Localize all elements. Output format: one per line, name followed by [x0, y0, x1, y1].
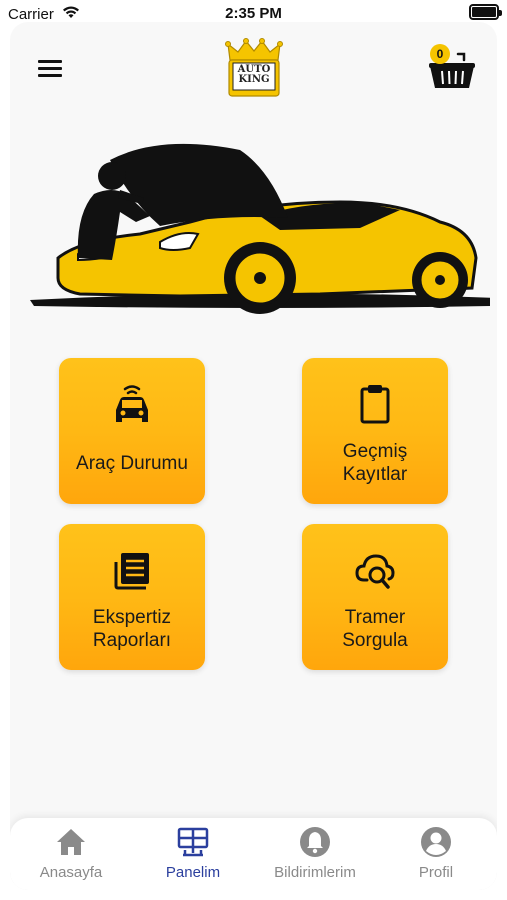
tab-panelim[interactable]: Panelim: [133, 818, 253, 890]
user-icon: [421, 827, 451, 857]
tab-anasayfa[interactable]: Anasayfa: [11, 818, 131, 890]
gecmis-label-line2: Kayıtlar: [342, 464, 408, 485]
hamburger-menu-icon[interactable]: [38, 60, 62, 78]
app-screen: AUTO KING 0 Araç Durumu Geçmiş Kayıtlar …: [10, 22, 497, 890]
bottom-tab-bar: Anasayfa Panelim Bildirimlerim Profil: [10, 818, 497, 890]
tab-profil-label: Profil: [418, 864, 454, 881]
logo-text-king: KING: [238, 74, 270, 85]
bell-icon: [300, 827, 330, 857]
clock: 2:35 PM: [225, 5, 282, 22]
ekspertiz-label-line2: Raporları: [92, 630, 172, 651]
car-wifi-icon: [116, 385, 148, 422]
home-icon: [57, 829, 85, 855]
ekspertiz-raporlari-tile[interactable]: Ekspertiz Raporları: [59, 524, 205, 670]
tab-bildirimlerim-label: Bildirimlerim: [274, 864, 356, 881]
tab-bildirimlerim[interactable]: Bildirimlerim: [255, 818, 375, 890]
tramer-label-line2: Sorgula: [342, 630, 408, 651]
gecmis-label-line1: Geçmiş: [342, 441, 408, 462]
tramer-label-line1: Tramer: [344, 607, 406, 628]
tab-anasayfa-label: Anasayfa: [39, 864, 103, 881]
mechanic-car-illustration: [30, 143, 490, 314]
tab-profil[interactable]: Profil: [376, 818, 496, 890]
tab-panelim-label: Panelim: [165, 864, 221, 881]
auto-king-logo: AUTO KING: [224, 38, 284, 100]
dashboard-icon: [177, 827, 209, 857]
cart-count-badge: 0: [430, 44, 450, 64]
clipboard-icon: [360, 385, 390, 424]
tramer-sorgula-tile[interactable]: Tramer Sorgula: [302, 524, 448, 670]
document-list-icon: [114, 553, 149, 590]
cloud-search-icon: [355, 554, 395, 589]
arac-durumu-label: Araç Durumu: [76, 453, 188, 474]
arac-durumu-tile[interactable]: Araç Durumu: [59, 358, 205, 504]
gecmis-kayitlar-tile[interactable]: Geçmiş Kayıtlar: [302, 358, 448, 504]
battery-icon: [469, 4, 502, 20]
ekspertiz-label-line1: Ekspertiz: [92, 607, 172, 628]
